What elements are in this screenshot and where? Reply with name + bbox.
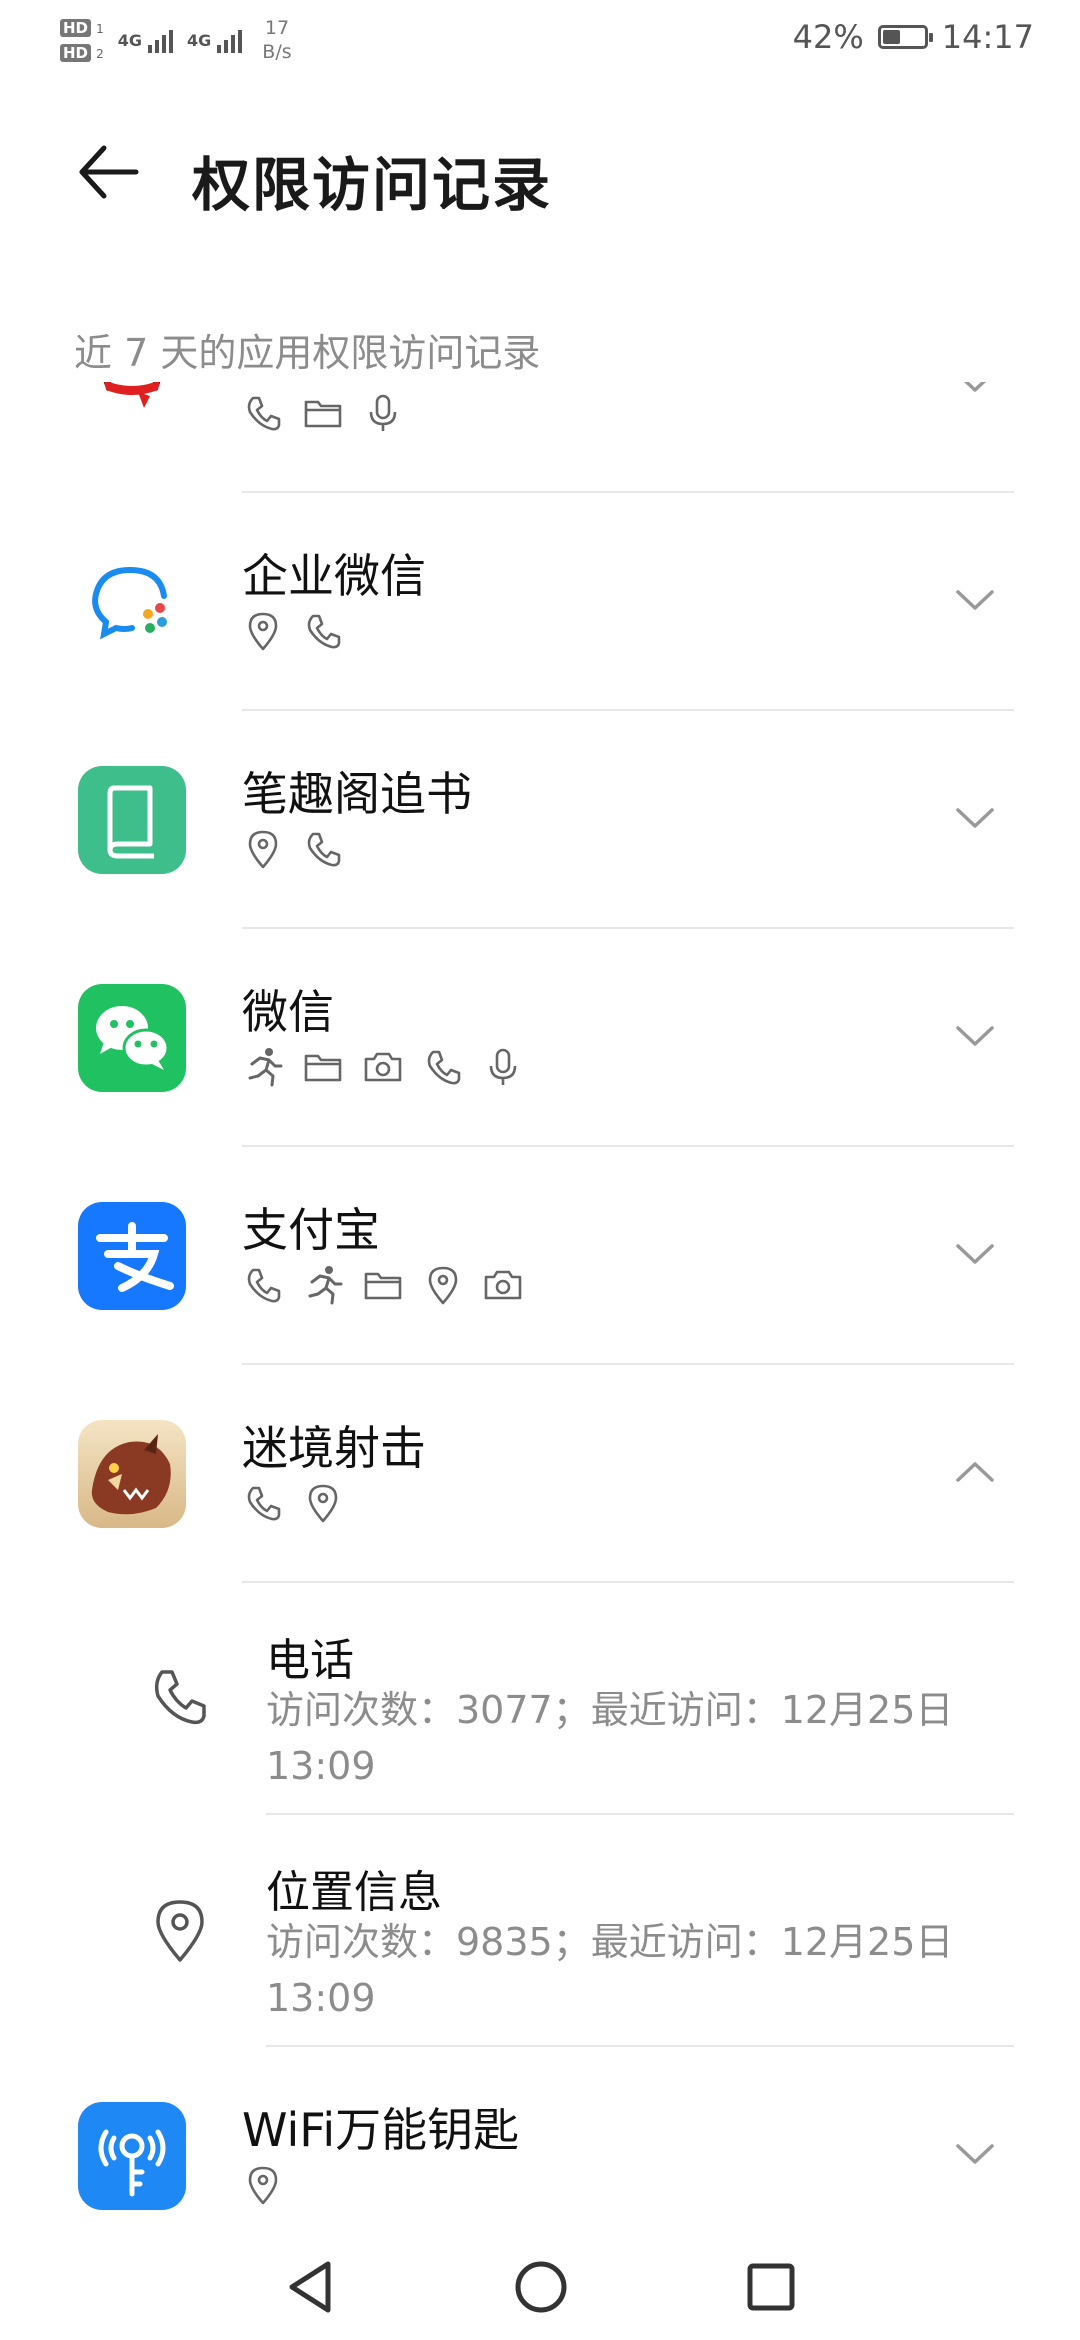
hd-badge: HD <box>60 44 92 62</box>
app-row[interactable]: WiFi万能钥匙 <box>0 2046 1080 2232</box>
phone-icon <box>146 1664 214 1732</box>
wecom-icon <box>78 548 186 656</box>
wifi-key-icon <box>78 2102 186 2210</box>
qq-penguin-icon <box>78 382 186 438</box>
app-row[interactable]: 笔趣阁追书 <box>0 710 1080 928</box>
app-permission-list[interactable]: 企业微信笔趣阁追书微信支付宝迷境射击电话 访问次数：3077；最近访问：12月25… <box>0 382 1080 2232</box>
nav-home-button[interactable] <box>506 2252 576 2322</box>
permission-icons <box>242 828 344 870</box>
app-header: 权限访问记录 <box>0 110 1080 220</box>
section-subtitle: 近 7 天的应用权限访问记录 <box>74 331 541 375</box>
app-name: WiFi万能钥匙 <box>242 2103 520 2157</box>
folder-icon <box>302 392 344 434</box>
permission-icons <box>242 1482 344 1524</box>
microphone-icon <box>482 1046 524 1088</box>
permission-icons <box>242 392 404 434</box>
alipay-icon <box>78 1202 186 1310</box>
sim-slot: 1 <box>96 22 104 36</box>
phone-icon <box>242 392 284 434</box>
phone-icon <box>302 828 344 870</box>
square-recents-icon <box>747 2263 795 2311</box>
folder-icon <box>362 1264 404 1306</box>
signal-icon <box>217 27 243 53</box>
chevron-up-icon[interactable] <box>950 1452 1000 1492</box>
permission-icons <box>242 610 344 652</box>
permission-access-info: 访问次数：3077；最近访问：12月25日 13:09 <box>266 1688 954 1788</box>
app-name: 支付宝 <box>242 1203 380 1257</box>
nav-recents-button[interactable] <box>736 2252 806 2322</box>
triangle-back-icon <box>289 2261 331 2313</box>
permission-icons <box>242 1264 524 1306</box>
app-name: 笔趣阁追书 <box>242 767 472 821</box>
camera-icon <box>482 1264 524 1306</box>
sim-slot: 2 <box>96 47 104 61</box>
app-name: 企业微信 <box>242 549 426 603</box>
location-icon <box>422 1264 464 1306</box>
permission-icons <box>242 1046 524 1088</box>
chevron-down-icon[interactable] <box>950 1016 1000 1056</box>
net-speed-value: 17 <box>264 17 290 39</box>
game-dragon-icon <box>78 1420 186 1528</box>
app-name: 迷境射击 <box>242 1421 426 1475</box>
network-type-2: 4G <box>187 30 212 50</box>
status-left: HD 1 HD 2 4G 4G 17 B/s <box>60 10 292 70</box>
camera-icon <box>362 1046 404 1088</box>
back-arrow-icon <box>79 145 139 199</box>
activity-icon <box>242 1046 284 1088</box>
folder-icon <box>302 1046 344 1088</box>
net-speed-unit: B/s <box>262 41 292 63</box>
navigation-bar <box>0 2232 1080 2340</box>
location-icon <box>242 610 284 652</box>
back-button[interactable] <box>70 132 150 212</box>
location-icon <box>242 828 284 870</box>
sim1-indicator: HD 1 <box>60 18 104 37</box>
app-row[interactable]: 迷境射击 <box>0 1364 1080 1582</box>
battery-icon <box>877 25 933 49</box>
circle-home-icon <box>515 2261 567 2313</box>
location-icon <box>302 1482 344 1524</box>
permission-name: 位置信息 <box>266 1867 442 1918</box>
signal-icon <box>148 27 174 53</box>
page-title: 权限访问记录 <box>192 151 553 219</box>
sim-indicators: HD 1 HD 2 <box>60 18 104 62</box>
network-type-1: 4G <box>117 30 143 50</box>
phone-icon <box>242 1482 284 1524</box>
chevron-down-icon[interactable] <box>950 580 1000 620</box>
hd-badge: HD <box>60 19 92 37</box>
location-icon <box>146 1896 214 1964</box>
nav-back-button[interactable] <box>276 2252 346 2322</box>
status-bar: HD 1 HD 2 4G 4G 17 B/s 42% 14:17 <box>0 0 1080 80</box>
app-name: 微信 <box>242 985 334 1039</box>
book-icon <box>78 766 186 874</box>
sim2-indicator: HD 2 <box>60 43 104 62</box>
battery-percent: 42% <box>792 18 864 56</box>
chevron-down-icon[interactable] <box>950 382 1000 402</box>
chevron-down-icon[interactable] <box>950 798 1000 838</box>
microphone-icon <box>362 392 404 434</box>
permission-name: 电话 <box>266 1635 354 1686</box>
app-row[interactable]: 企业微信 <box>0 492 1080 710</box>
permission-detail-item[interactable]: 位置信息 访问次数：9835；最近访问：12月25日 13:09 <box>0 1814 1080 2046</box>
clock: 14:17 <box>941 18 1034 56</box>
phone-icon <box>302 610 344 652</box>
permission-detail-item[interactable]: 电话 访问次数：3077；最近访问：12月25日 13:09 <box>0 1582 1080 1814</box>
location-icon <box>242 2164 284 2206</box>
permission-access-info: 访问次数：9835；最近访问：12月25日 13:09 <box>266 1920 954 2020</box>
phone-icon <box>242 1264 284 1306</box>
app-row[interactable]: 微信 <box>0 928 1080 1146</box>
permission-icons <box>242 2164 284 2206</box>
wechat-icon <box>78 984 186 1092</box>
chevron-down-icon[interactable] <box>950 2134 1000 2174</box>
app-row[interactable]: 支付宝 <box>0 1146 1080 1364</box>
net-speed: 17 B/s <box>262 16 291 64</box>
app-row[interactable] <box>0 382 1080 492</box>
status-right: 42% 14:17 <box>793 18 1034 56</box>
activity-icon <box>302 1264 344 1306</box>
chevron-down-icon[interactable] <box>950 1234 1000 1274</box>
phone-icon <box>422 1046 464 1088</box>
